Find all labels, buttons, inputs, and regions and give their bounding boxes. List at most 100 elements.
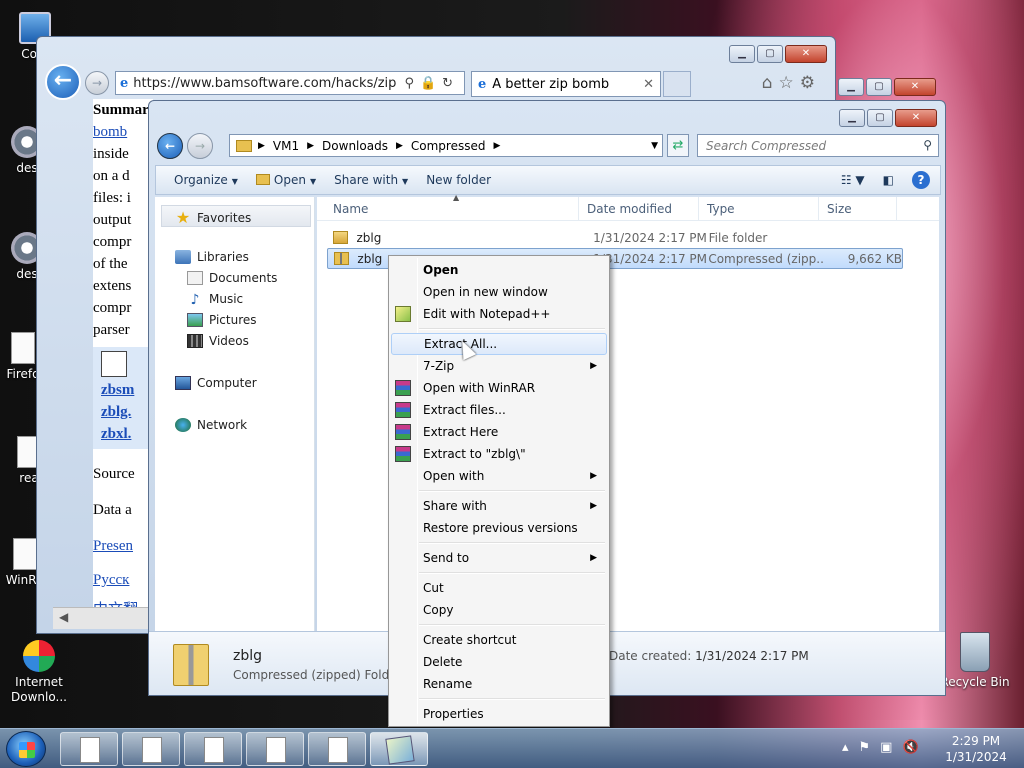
breadcrumb-item[interactable]: Compressed xyxy=(411,139,486,153)
browser-tab[interactable]: e A better zip bomb ✕ xyxy=(471,71,661,97)
desktop-icon-internet-download-manager[interactable]: Internet Downlo... xyxy=(4,640,74,705)
preview-pane-icon[interactable]: ◧ xyxy=(883,173,894,187)
menu-item-copy[interactable]: Copy xyxy=(391,599,607,621)
column-size[interactable]: Size xyxy=(819,197,897,220)
help-icon[interactable]: ? xyxy=(912,171,930,189)
system-tray-icons[interactable]: ▴⚑▣🔇 xyxy=(842,740,929,755)
search-icon[interactable]: ⚲ xyxy=(923,138,932,152)
new-tab-button[interactable] xyxy=(663,71,691,97)
menu-item-extract-here[interactable]: Extract Here xyxy=(391,421,607,443)
column-type[interactable]: Type xyxy=(699,197,819,220)
nav-videos[interactable]: Videos xyxy=(187,334,249,348)
horizontal-scrollbar[interactable]: ◀ xyxy=(53,607,163,629)
menu-item-extract-all[interactable]: Extract All... xyxy=(391,333,607,355)
menu-item-7zip[interactable]: 7-Zip ▶ xyxy=(391,355,607,377)
browser-forward-button[interactable]: → xyxy=(85,71,109,95)
clock[interactable]: 2:29 PM 1/31/2024 xyxy=(940,733,1012,765)
menu-item-edit-notepadpp[interactable]: Edit with Notepad++ xyxy=(391,303,607,325)
menu-label: Edit with Notepad++ xyxy=(423,307,551,321)
menu-label: Send to xyxy=(423,551,470,565)
menu-item-share-with[interactable]: Share with ▶ xyxy=(391,495,607,517)
menu-item-restore-previous[interactable]: Restore previous versions xyxy=(391,517,607,539)
file-link[interactable]: zblg. xyxy=(101,401,153,423)
file-row-folder[interactable]: zblg 1/31/2024 2:17 PM File folder xyxy=(327,227,903,248)
chevron-right-icon[interactable]: ▶ xyxy=(396,141,403,151)
nav-label: Libraries xyxy=(197,250,249,264)
explorer-forward-button[interactable]: → xyxy=(187,133,213,159)
content-line: on a d xyxy=(93,168,130,184)
nav-favorites[interactable]: ★ Favorites xyxy=(175,208,251,227)
file-link[interactable]: zbxl. xyxy=(101,423,153,445)
menu-item-send-to[interactable]: Send to ▶ xyxy=(391,547,607,569)
menu-item-open-new-window[interactable]: Open in new window xyxy=(391,281,607,303)
column-date[interactable]: Date modified xyxy=(579,197,699,220)
column-name[interactable]: ▲ Name xyxy=(317,193,579,220)
menu-item-extract-to-zblg[interactable]: Extract to "zblg\" xyxy=(391,443,607,465)
content-link[interactable]: Русск xyxy=(93,569,153,591)
share-with-button[interactable]: Share with ▼ xyxy=(334,173,408,187)
nav-music[interactable]: ♪ Music xyxy=(187,292,244,308)
chevron-right-icon[interactable]: ▶ xyxy=(258,141,265,151)
file-type: Compressed (zipp... xyxy=(708,251,824,266)
browser-tool-icons[interactable]: ⌂☆⚙ xyxy=(762,73,821,93)
menu-item-cut[interactable]: Cut xyxy=(391,577,607,599)
minimize-button[interactable]: ▁ xyxy=(839,109,865,127)
menu-item-properties[interactable]: Properties xyxy=(391,703,607,725)
close-button[interactable]: ✕ xyxy=(894,78,936,96)
close-button[interactable]: ✕ xyxy=(785,45,827,63)
open-button[interactable]: Open ▼ xyxy=(255,173,316,187)
chevron-down-icon[interactable]: ▼ xyxy=(651,141,658,151)
nav-computer[interactable]: Computer xyxy=(175,376,257,390)
nav-pictures[interactable]: Pictures xyxy=(187,313,257,327)
browser-back-button[interactable]: ← xyxy=(45,64,81,100)
menu-item-open[interactable]: Open xyxy=(391,259,607,281)
close-tab-icon[interactable]: ✕ xyxy=(643,77,654,92)
chevron-right-icon[interactable]: ▶ xyxy=(493,141,500,151)
maximize-button[interactable]: ▢ xyxy=(757,45,783,63)
menu-item-open-with[interactable]: Open with ▶ xyxy=(391,465,607,487)
taskbar-app-2[interactable] xyxy=(122,732,180,766)
new-folder-button[interactable]: New folder xyxy=(426,173,491,187)
file-list-box: zbsm zblg. zbxl. xyxy=(93,347,153,449)
minimize-button[interactable]: ▁ xyxy=(729,45,755,63)
maximize-button[interactable]: ▢ xyxy=(866,78,892,96)
taskbar-app-5[interactable] xyxy=(308,732,366,766)
scroll-left-icon[interactable]: ◀ xyxy=(59,610,68,624)
nav-libraries[interactable]: Libraries xyxy=(175,250,249,264)
content-link[interactable]: bomb xyxy=(93,121,153,143)
address-bar-icons[interactable]: ⚲🔒↻ xyxy=(404,76,459,91)
menu-label: Create shortcut xyxy=(423,633,517,647)
explorer-caption-buttons: ▁ ▢ ✕ xyxy=(839,109,937,127)
explorer-back-button[interactable]: ← xyxy=(157,133,183,159)
nav-documents[interactable]: Documents xyxy=(187,271,277,285)
maximize-button[interactable]: ▢ xyxy=(867,109,893,127)
chevron-right-icon[interactable]: ▶ xyxy=(307,141,314,151)
document-icon xyxy=(13,538,37,570)
menu-item-open-winrar[interactable]: Open with WinRAR xyxy=(391,377,607,399)
nav-network[interactable]: Network xyxy=(175,418,247,432)
content-link[interactable]: Presen xyxy=(93,535,153,557)
taskbar-app-notepad[interactable] xyxy=(370,732,428,766)
nav-label: Documents xyxy=(209,271,278,285)
address-bar[interactable]: e https://www.bamsoftware.com/hacks/zip … xyxy=(115,71,465,95)
start-button[interactable] xyxy=(6,731,46,767)
view-options-icon[interactable]: ☷ ▼ xyxy=(841,173,865,187)
menu-item-extract-files[interactable]: Extract files... xyxy=(391,399,607,421)
close-button[interactable]: ✕ xyxy=(895,109,937,127)
menu-item-rename[interactable]: Rename xyxy=(391,673,607,695)
file-link[interactable]: zbsm xyxy=(101,379,153,401)
menu-item-delete[interactable]: Delete xyxy=(391,651,607,673)
breadcrumb[interactable]: ▶ VM1 ▶ Downloads ▶ Compressed ▶ ▼ xyxy=(229,134,663,157)
organize-button[interactable]: Organize ▼ xyxy=(174,173,238,187)
desktop-icon-recycle-bin[interactable]: Recycle Bin xyxy=(940,632,1010,690)
taskbar-app-1[interactable] xyxy=(60,732,118,766)
refresh-button[interactable]: ⇄ xyxy=(667,134,689,157)
breadcrumb-item[interactable]: Downloads xyxy=(322,139,388,153)
taskbar-app-3[interactable] xyxy=(184,732,242,766)
breadcrumb-item[interactable]: VM1 xyxy=(273,139,299,153)
taskbar-app-4[interactable] xyxy=(246,732,304,766)
content-line: parser xyxy=(93,322,130,338)
minimize-button[interactable]: ▁ xyxy=(838,78,864,96)
menu-item-create-shortcut[interactable]: Create shortcut xyxy=(391,629,607,651)
search-input[interactable]: Search Compressed ⚲ xyxy=(697,134,939,157)
